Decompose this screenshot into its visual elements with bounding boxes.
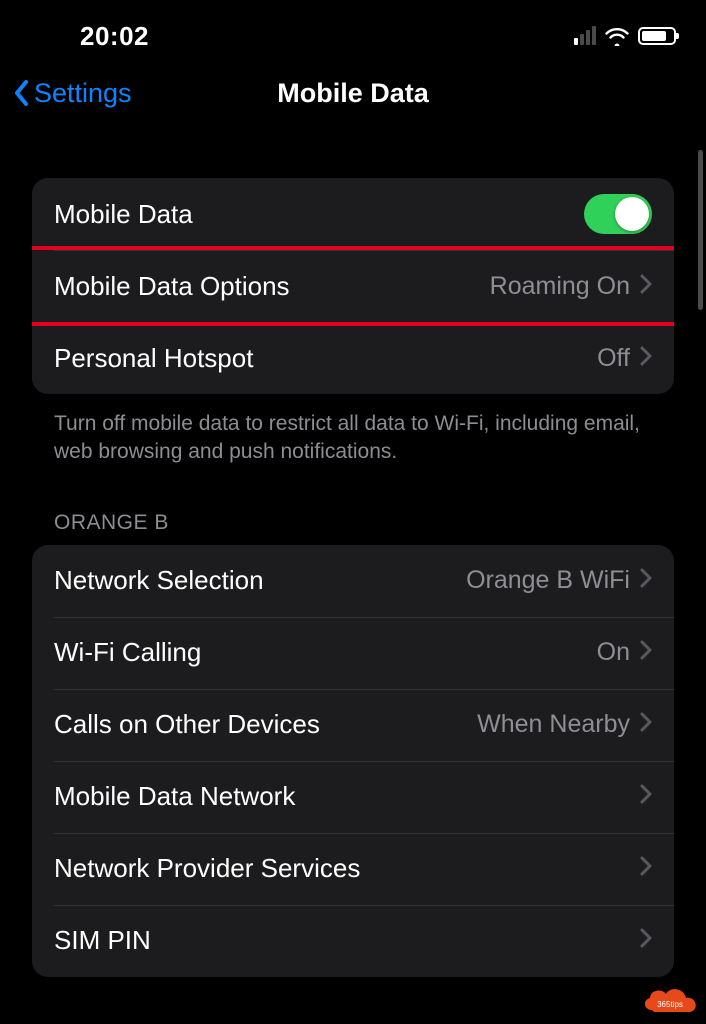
status-time: 20:02	[80, 21, 149, 52]
network-selection-value: Orange B WiFi	[466, 566, 630, 595]
network-provider-services-row[interactable]: Network Provider Services	[32, 833, 674, 905]
chevron-right-icon	[640, 856, 652, 881]
chevron-right-icon	[640, 568, 652, 593]
status-bar: 20:02	[0, 0, 706, 58]
wifi-calling-label: Wi-Fi Calling	[54, 637, 201, 668]
status-indicators	[574, 26, 676, 46]
mobile-data-label: Mobile Data	[54, 199, 193, 230]
chevron-right-icon	[640, 274, 652, 299]
chevron-right-icon	[640, 784, 652, 809]
watermark-logo: 365tips	[640, 980, 702, 1020]
cellular-signal-icon	[574, 27, 596, 45]
mobile-data-row[interactable]: Mobile Data	[32, 178, 674, 250]
chevron-right-icon	[640, 928, 652, 953]
back-label: Settings	[34, 78, 132, 109]
personal-hotspot-row[interactable]: Personal Hotspot Off	[32, 322, 674, 394]
wifi-icon	[604, 26, 630, 46]
mobile-data-toggle[interactable]	[584, 194, 652, 234]
network-selection-label: Network Selection	[54, 565, 264, 596]
network-selection-row[interactable]: Network Selection Orange B WiFi	[32, 545, 674, 617]
mobile-data-options-row[interactable]: Mobile Data Options Roaming On	[32, 250, 674, 322]
group-footer-text: Turn off mobile data to restrict all dat…	[32, 394, 674, 467]
sim-pin-label: SIM PIN	[54, 925, 151, 956]
calls-other-devices-label: Calls on Other Devices	[54, 709, 320, 740]
chevron-left-icon	[12, 78, 32, 108]
nav-header: Settings Mobile Data	[0, 58, 706, 128]
svg-text:365tips: 365tips	[657, 1000, 683, 1009]
network-provider-services-label: Network Provider Services	[54, 853, 360, 884]
back-button[interactable]: Settings	[12, 78, 132, 109]
mobile-data-network-label: Mobile Data Network	[54, 781, 295, 812]
page-title: Mobile Data	[277, 78, 429, 109]
mobile-data-options-value: Roaming On	[490, 272, 630, 301]
scroll-indicator[interactable]	[698, 150, 703, 310]
settings-group-carrier: Network Selection Orange B WiFi Wi-Fi Ca…	[32, 545, 674, 977]
calls-other-devices-value: When Nearby	[477, 710, 630, 739]
sim-pin-row[interactable]: SIM PIN	[32, 905, 674, 977]
wifi-calling-value: On	[597, 638, 630, 667]
personal-hotspot-label: Personal Hotspot	[54, 343, 253, 374]
mobile-data-options-label: Mobile Data Options	[54, 271, 290, 302]
chevron-right-icon	[640, 640, 652, 665]
calls-other-devices-row[interactable]: Calls on Other Devices When Nearby	[32, 689, 674, 761]
battery-icon	[638, 27, 676, 45]
personal-hotspot-value: Off	[597, 344, 630, 373]
wifi-calling-row[interactable]: Wi-Fi Calling On	[32, 617, 674, 689]
group-header-carrier: ORANGE B	[32, 511, 674, 545]
settings-group-main: Mobile Data Mobile Data Options Roaming …	[32, 178, 674, 394]
chevron-right-icon	[640, 346, 652, 371]
chevron-right-icon	[640, 712, 652, 737]
mobile-data-network-row[interactable]: Mobile Data Network	[32, 761, 674, 833]
